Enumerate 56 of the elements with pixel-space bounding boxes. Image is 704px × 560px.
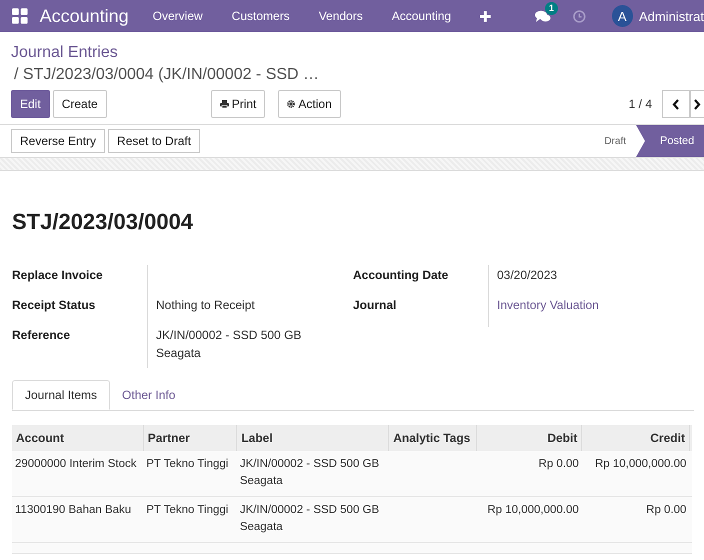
- notebook-tab[interactable]: Other Info: [110, 380, 188, 410]
- menu-item[interactable]: Accounting: [392, 9, 452, 23]
- field-label: Journal: [353, 297, 398, 314]
- column-header[interactable]: Partner: [143, 425, 237, 451]
- field-value: JK/IN/00002 - SSD 500 GB Seagata: [156, 328, 302, 360]
- column-header[interactable]: Label: [236, 425, 389, 451]
- field-value: Nothing to Receipt: [156, 298, 255, 312]
- field-label: Replace Invoice: [12, 267, 104, 284]
- table-cell: 29000000 Interim Stock: [15, 458, 136, 470]
- status-stage[interactable]: Draft: [594, 125, 636, 157]
- chat-icon[interactable]: [534, 10, 551, 22]
- printer-icon: [220, 100, 229, 108]
- menu-item[interactable]: Customers: [232, 9, 290, 23]
- action-button[interactable]: Action: [278, 90, 341, 118]
- create-button[interactable]: Create: [52, 90, 107, 118]
- breadcrumb-current: / STJ/2023/03/0004 (JK/IN/00002 - SSD …: [14, 66, 320, 84]
- table-cell: Rp 0.00: [538, 458, 579, 470]
- table-cell: JK/IN/00002 - SSD 500 GB Seagata: [240, 504, 380, 533]
- plus-icon[interactable]: [480, 10, 491, 22]
- table-cell: Rp 10,000,000.00: [594, 458, 686, 470]
- notebook-tab[interactable]: Journal Items: [12, 380, 110, 410]
- menu-item[interactable]: Vendors: [318, 9, 363, 23]
- table-cell: Rp 10,000,000.00: [487, 504, 579, 516]
- breadcrumb-link[interactable]: Journal Entries: [11, 44, 118, 62]
- column-header[interactable]: Analytic Tags: [388, 425, 476, 451]
- field-value: 03/20/2023: [497, 268, 558, 282]
- column-header[interactable]: Account: [12, 425, 144, 451]
- next-button[interactable]: [690, 90, 704, 118]
- app-name[interactable]: Accounting: [40, 6, 129, 26]
- user-avatar[interactable]: A: [612, 5, 633, 27]
- column-header[interactable]: Credit: [582, 425, 690, 451]
- table-cell: 11300190 Bahan Baku: [15, 504, 132, 516]
- field-label: Receipt Status: [12, 297, 96, 314]
- column-header[interactable]: Debit: [476, 425, 582, 451]
- chevron-left-icon: [672, 98, 680, 110]
- table-cell: JK/IN/00002 - SSD 500 GB Seagata: [240, 458, 380, 487]
- table-cell: PT Tekno Tinggi: [146, 458, 228, 470]
- apps-grid-icon[interactable]: [12, 8, 28, 24]
- gear-icon: [287, 100, 296, 108]
- edit-button[interactable]: Edit: [11, 90, 50, 118]
- message-count-badge: 1: [544, 2, 558, 14]
- status-action-button[interactable]: Reverse Entry: [11, 129, 106, 153]
- pager-value: 1 / 4: [628, 97, 652, 111]
- record-title: STJ/2023/03/0004: [12, 209, 194, 235]
- table-cell: PT Tekno Tinggi: [146, 504, 228, 516]
- table-cell: Rp 0.00: [646, 504, 686, 516]
- field-label: Reference: [12, 327, 72, 344]
- user-name[interactable]: Administrat: [638, 8, 704, 24]
- field-link[interactable]: Inventory Valuation: [497, 298, 599, 312]
- previous-button[interactable]: [662, 90, 690, 118]
- menu-item[interactable]: Overview: [152, 9, 203, 23]
- status-stage[interactable]: Posted: [636, 125, 704, 157]
- status-action-button[interactable]: Reset to Draft: [108, 129, 200, 153]
- field-label: Accounting Date: [353, 267, 450, 284]
- chevron-right-icon: [693, 98, 701, 110]
- print-button[interactable]: Print: [210, 90, 266, 118]
